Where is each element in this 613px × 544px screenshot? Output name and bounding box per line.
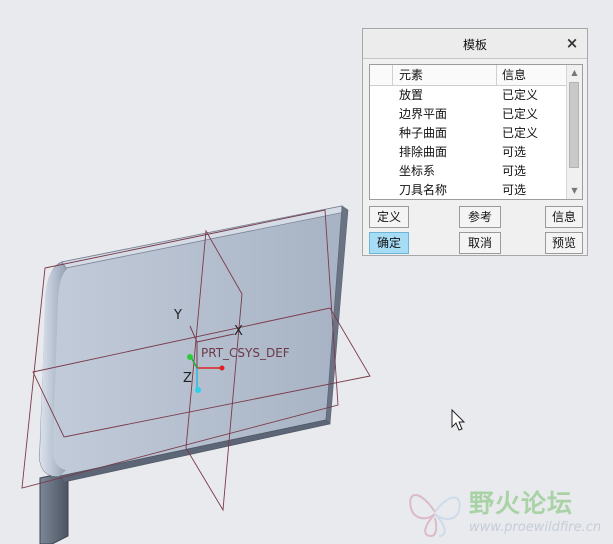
- table-row[interactable]: 边界平面 已定义: [370, 105, 568, 124]
- row-info: 可选: [502, 164, 527, 178]
- ok-button[interactable]: 确定: [369, 232, 409, 254]
- part-main-face: [39, 205, 346, 477]
- z-axis-label: Z: [183, 371, 192, 386]
- row-element: 放置: [399, 88, 424, 102]
- reference-button[interactable]: 参考: [459, 206, 501, 228]
- row-element: 边界平面: [399, 107, 448, 121]
- dialog-title: 模板: [462, 38, 487, 52]
- y-axis-marker: [187, 354, 193, 360]
- part-flange: [39, 471, 69, 544]
- scroll-up-icon[interactable]: ▲: [567, 65, 582, 81]
- row-element: 坐标系: [399, 164, 436, 178]
- table-row[interactable]: 放置 已定义: [370, 86, 568, 105]
- butterfly-logo-icon: [409, 494, 461, 538]
- preview-button[interactable]: 预览: [545, 232, 583, 254]
- info-button[interactable]: 信息: [545, 206, 583, 228]
- graphics-window[interactable]: Y X Z PRT_CSYS_DEF 野火论坛 www.proewildfire…: [0, 0, 613, 544]
- forum-watermark: 野火论坛 www.proewildfire.cn: [403, 478, 613, 544]
- table-scrollbar[interactable]: ▲ ▼: [566, 65, 582, 199]
- csys-name-label[interactable]: PRT_CSYS_DEF: [201, 346, 290, 360]
- table-rows: 放置 已定义 边界平面 已定义 种子曲面 已定义 排除曲面 可选 坐标系 可选 …: [370, 86, 568, 199]
- row-info: 已定义: [502, 107, 539, 121]
- table-row[interactable]: 排除曲面 可选: [370, 143, 568, 162]
- scroll-down-icon[interactable]: ▼: [567, 183, 582, 199]
- define-button[interactable]: 定义: [369, 206, 409, 228]
- table-header-corner: [370, 65, 393, 85]
- row-info: 可选: [502, 145, 527, 159]
- dialog-titlebar[interactable]: 模板 ×: [363, 29, 587, 59]
- table-header: 元素 信息: [370, 65, 568, 86]
- row-element: 排除曲面: [399, 145, 448, 159]
- y-axis-label: Y: [173, 308, 182, 323]
- table-row[interactable]: 种子曲面 已定义: [370, 124, 568, 143]
- close-icon[interactable]: ×: [565, 34, 579, 52]
- x-axis-marker: [219, 365, 225, 371]
- row-info: 已定义: [502, 88, 539, 102]
- watermark-title: 野火论坛: [469, 489, 574, 518]
- row-element: 种子曲面: [399, 126, 448, 140]
- x-axis-label: X: [234, 324, 243, 339]
- watermark-url: www.proewildfire.cn: [469, 520, 602, 535]
- row-info: 可选: [502, 183, 527, 197]
- arrow-pointer-icon: [451, 408, 466, 431]
- column-header-info[interactable]: 信息: [498, 65, 568, 85]
- z-axis-marker: [195, 387, 201, 393]
- column-header-element[interactable]: 元素: [393, 65, 497, 85]
- scroll-thumb[interactable]: [569, 82, 579, 168]
- template-dialog: 模板 × 元素 信息 放置 已定义 边界平面 已定义 种子曲面 已定义 排除曲面…: [362, 28, 588, 256]
- row-info: 已定义: [502, 126, 539, 140]
- table-row[interactable]: 刀具名称 可选: [370, 181, 568, 199]
- table-row[interactable]: 坐标系 可选: [370, 162, 568, 181]
- element-table: 元素 信息 放置 已定义 边界平面 已定义 种子曲面 已定义 排除曲面 可选 坐…: [369, 64, 583, 200]
- row-element: 刀具名称: [399, 183, 448, 197]
- cancel-button[interactable]: 取消: [459, 232, 501, 254]
